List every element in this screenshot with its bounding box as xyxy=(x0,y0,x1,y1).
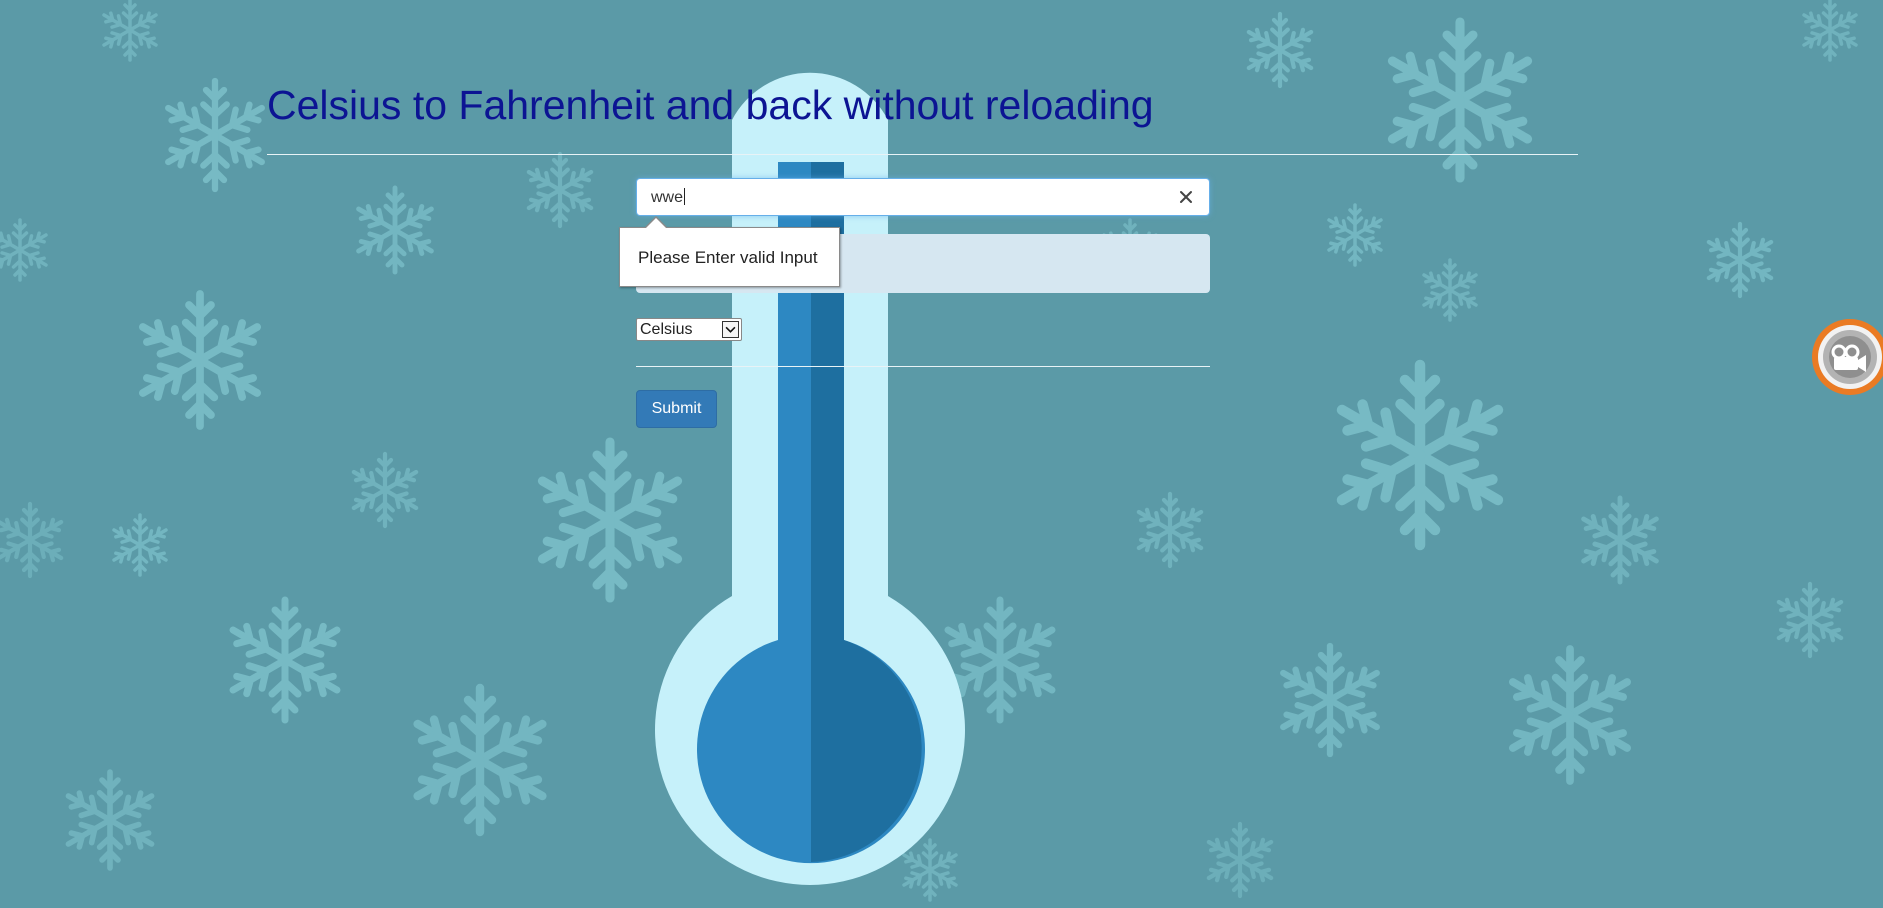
background-illustration xyxy=(0,0,1883,908)
unit-select[interactable]: Celsius xyxy=(636,318,742,341)
validation-message: Please Enter valid Input xyxy=(638,248,818,267)
submit-button[interactable]: Submit xyxy=(636,390,717,428)
video-camera-icon[interactable] xyxy=(1808,318,1883,396)
unit-select-value: Celsius xyxy=(640,321,693,338)
form-divider xyxy=(636,366,1210,367)
temperature-input-value: wwe xyxy=(651,188,686,206)
page-title: Celsius to Fahrenheit and back without r… xyxy=(267,82,1154,128)
title-divider xyxy=(267,154,1578,155)
chevron-down-icon[interactable] xyxy=(722,321,739,338)
validation-tooltip: Please Enter valid Input xyxy=(619,216,840,287)
close-icon[interactable] xyxy=(1175,185,1197,209)
text-caret xyxy=(684,188,686,205)
tooltip-arrow-fill xyxy=(645,218,667,229)
temperature-input[interactable]: wwe xyxy=(636,178,1210,216)
